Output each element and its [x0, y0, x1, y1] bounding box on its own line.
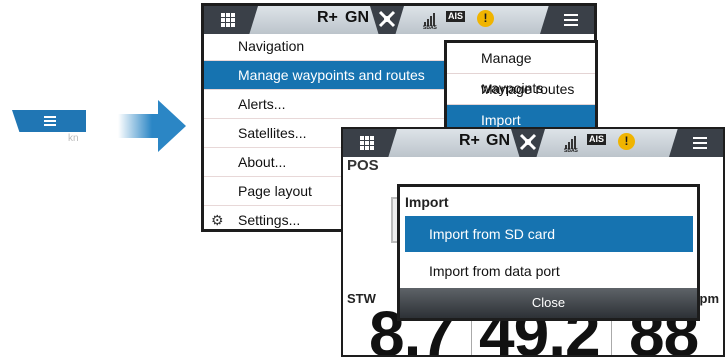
status-bar: R+ GN SBAS AIS !	[204, 6, 594, 34]
satellite-icon	[511, 129, 545, 157]
sbas-label: SBAS	[423, 25, 437, 31]
flow-arrow-icon	[118, 100, 186, 152]
submenu-item-manage-routes[interactable]: Manage routes	[447, 74, 595, 105]
satellite-icon	[370, 6, 404, 34]
ais-icon: AIS	[587, 134, 607, 145]
grid-menu-button[interactable]	[204, 6, 258, 34]
gear-icon: ⚙	[211, 212, 224, 228]
close-button[interactable]: Close	[400, 288, 697, 318]
gn-indicator: GN	[486, 132, 510, 149]
menu-item-navigation[interactable]: Navigation	[204, 32, 449, 61]
warning-icon[interactable]: !	[477, 10, 494, 27]
grid-menu-button[interactable]	[343, 129, 397, 157]
hamburger-menu-icon	[693, 137, 707, 152]
sbas-label: SBAS	[564, 148, 578, 154]
signal-bars-icon	[565, 135, 579, 149]
waypoints-submenu: Manage waypoints Manage routes Import	[444, 40, 598, 136]
grid-menu-icon	[360, 136, 374, 150]
import-dialog: Import Import from SD card Import from d…	[397, 184, 700, 321]
menu-button[interactable]	[12, 110, 86, 132]
status-bar: R+ GN SBAS AIS !	[343, 129, 723, 157]
main-menu-button[interactable]	[669, 129, 723, 157]
grid-menu-icon	[221, 13, 235, 27]
import-data-port-option[interactable]: Import from data port	[405, 253, 693, 289]
gn-indicator: GN	[345, 9, 369, 26]
partial-text: kn	[68, 133, 79, 144]
ais-icon: AIS	[446, 11, 466, 22]
menu-item-manage-waypoints-routes[interactable]: Manage waypoints and routes	[204, 61, 449, 90]
signal-bars-icon	[424, 12, 438, 26]
main-menu-button[interactable]	[540, 6, 594, 34]
menu-item-alerts[interactable]: Alerts...	[204, 90, 449, 119]
pos-label: POS	[347, 157, 379, 174]
r-plus-indicator: R+	[317, 9, 338, 26]
rpm-label: pm	[699, 291, 720, 306]
hamburger-menu-icon	[44, 116, 56, 126]
submenu-item-manage-waypoints[interactable]: Manage waypoints	[447, 43, 595, 96]
hamburger-menu-icon	[564, 14, 578, 29]
dialog-title: Import	[405, 194, 449, 210]
r-plus-indicator: R+	[459, 132, 480, 149]
mini-menu-button-preview: kn	[0, 102, 88, 144]
import-sd-card-option[interactable]: Import from SD card	[405, 216, 693, 252]
warning-icon[interactable]: !	[618, 133, 635, 150]
